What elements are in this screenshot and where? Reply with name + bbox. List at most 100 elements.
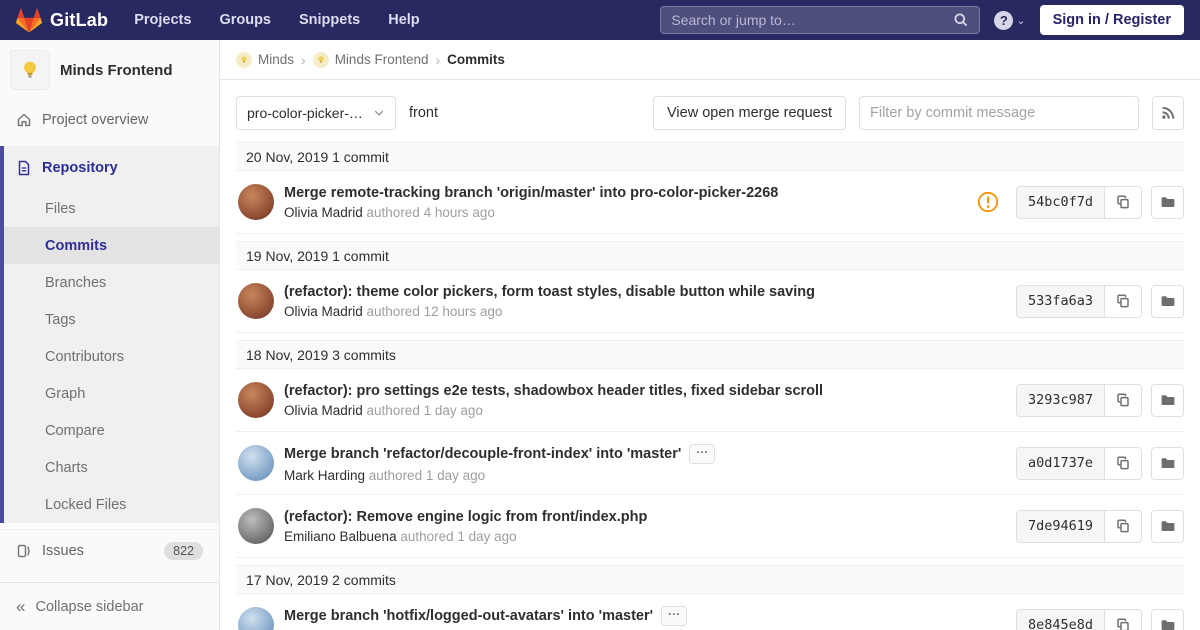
author-avatar[interactable] — [238, 283, 274, 319]
copy-sha-button[interactable] — [1104, 384, 1141, 416]
copy-sha-button[interactable] — [1104, 285, 1141, 317]
commit-sha-link[interactable]: 8e845e8d — [1016, 609, 1104, 630]
breadcrumb-separator: › — [435, 51, 441, 68]
commit-author-link[interactable]: Mark Harding — [284, 468, 365, 483]
commit-author-link[interactable]: Olivia Madrid — [284, 205, 363, 220]
global-search[interactable] — [660, 6, 981, 34]
commit-author-link[interactable]: Olivia Madrid — [284, 304, 363, 319]
navbar-item-snippets[interactable]: Snippets — [299, 12, 360, 28]
ci-status-warning-icon[interactable] — [977, 191, 999, 213]
copy-sha-button[interactable] — [1104, 447, 1141, 479]
sign-in-button[interactable]: Sign in / Register — [1039, 5, 1184, 35]
commit-row: Merge branch 'refactor/decouple-front-in… — [236, 432, 1184, 495]
commit-author-link[interactable]: Olivia Madrid — [284, 403, 363, 418]
navbar-item-groups[interactable]: Groups — [219, 12, 271, 28]
sidebar-item-project-overview[interactable]: Project overview — [0, 100, 219, 140]
browse-files-folder-icon — [1161, 458, 1174, 468]
commit-date-header: 17 Nov, 2019 2 commits — [236, 565, 1184, 594]
issues-icon — [17, 544, 30, 557]
author-avatar[interactable] — [238, 607, 274, 630]
breadcrumb-item-group[interactable]: Minds — [236, 51, 294, 68]
sidebar-item-commits[interactable]: Commits — [4, 227, 219, 264]
commit-sha-group: 54bc0f7d — [1015, 185, 1142, 219]
author-avatar[interactable] — [238, 508, 274, 544]
browse-files-button[interactable] — [1151, 383, 1184, 417]
commit-title-link[interactable]: Merge branch 'hotfix/logged-out-avatars'… — [284, 608, 653, 624]
help-menu[interactable]: ? ⌄ — [994, 10, 1026, 30]
chevron-down-icon — [374, 110, 384, 116]
commits-feed-button[interactable] — [1152, 96, 1184, 130]
lightbulb-icon — [24, 61, 36, 78]
commit-message-filter-input[interactable] — [859, 96, 1139, 130]
breadcrumb: Minds › Minds Frontend › Commits — [220, 40, 1200, 80]
commit-title-link[interactable]: (refactor): Remove engine logic from fro… — [284, 509, 647, 525]
commit-sha-link[interactable]: 533fa6a3 — [1016, 285, 1104, 317]
expand-commit-description-button[interactable]: ··· — [689, 443, 716, 464]
commit-title-link[interactable]: Merge branch 'refactor/decouple-front-in… — [284, 446, 681, 462]
commit-actions: a0d1737e — [1015, 446, 1184, 480]
collapse-sidebar-button[interactable]: « Collapse sidebar — [0, 582, 219, 630]
browse-files-folder-icon — [1161, 395, 1174, 405]
sidebar-item-branches[interactable]: Branches — [4, 264, 219, 301]
author-avatar[interactable] — [238, 382, 274, 418]
commit-title-link[interactable]: Merge remote-tracking branch 'origin/mas… — [284, 185, 778, 201]
sidebar-item-compare[interactable]: Compare — [4, 412, 219, 449]
navbar-item-help[interactable]: Help — [388, 12, 419, 28]
author-avatar[interactable] — [238, 445, 274, 481]
project-name[interactable]: Minds Frontend — [60, 62, 173, 79]
sidebar-item-contributors[interactable]: Contributors — [4, 338, 219, 375]
project-sidebar: Minds Frontend Project overview Reposito… — [0, 40, 220, 630]
commit-title-link[interactable]: (refactor): theme color pickers, form to… — [284, 284, 815, 300]
gitlab-logo[interactable]: GitLab — [16, 8, 108, 33]
browse-files-button[interactable] — [1151, 509, 1184, 543]
copy-sha-button[interactable] — [1104, 186, 1141, 218]
sidebar-item-repository[interactable]: Repository — [4, 146, 219, 190]
issues-count-badge: 822 — [164, 541, 203, 560]
search-input[interactable] — [671, 12, 954, 28]
commit-row: Merge remote-tracking branch 'origin/mas… — [236, 171, 1184, 234]
commit-author-link[interactable]: Emiliano Balbuena — [284, 529, 397, 544]
browse-files-button[interactable] — [1151, 446, 1184, 480]
commit-sha-group: 533fa6a3 — [1015, 284, 1142, 318]
browse-files-button[interactable] — [1151, 608, 1184, 630]
sidebar-item-label: Issues — [42, 542, 84, 559]
sidebar-item-files[interactable]: Files — [4, 190, 219, 227]
search-icon — [954, 13, 968, 27]
view-open-merge-request-button[interactable]: View open merge request — [653, 96, 846, 130]
expand-commit-description-button[interactable]: ··· — [661, 605, 688, 626]
document-icon — [18, 160, 30, 176]
branch-selector-dropdown[interactable]: pro-color-picker-… — [236, 96, 396, 130]
copy-sha-icon — [1117, 618, 1129, 630]
commit-sha-group: 3293c987 — [1015, 383, 1142, 417]
navbar-item-projects[interactable]: Projects — [134, 12, 191, 28]
copy-sha-button[interactable] — [1104, 609, 1141, 630]
author-avatar[interactable] — [238, 184, 274, 220]
commit-row: (refactor): pro settings e2e tests, shad… — [236, 369, 1184, 432]
browse-files-button[interactable] — [1151, 185, 1184, 219]
browse-files-folder-icon — [1161, 521, 1174, 531]
commit-title-link[interactable]: (refactor): pro settings e2e tests, shad… — [284, 383, 823, 399]
commit-date-header: 18 Nov, 2019 3 commits — [236, 340, 1184, 369]
breadcrumb-item-project[interactable]: Minds Frontend — [312, 51, 428, 68]
commit-sha-link[interactable]: a0d1737e — [1016, 447, 1104, 479]
sidebar-item-graph[interactable]: Graph — [4, 375, 219, 412]
commits-toolbar: pro-color-picker-… front View open merge… — [236, 96, 1184, 130]
sidebar-item-locked-files[interactable]: Locked Files — [4, 486, 219, 523]
copy-sha-icon — [1117, 294, 1129, 308]
sidebar-item-tags[interactable]: Tags — [4, 301, 219, 338]
project-avatar[interactable] — [10, 50, 50, 90]
commit-sha-link[interactable]: 3293c987 — [1016, 384, 1104, 416]
commit-actions: 533fa6a3 — [1015, 284, 1184, 318]
commit-actions: 3293c987 — [1015, 383, 1184, 417]
commit-date-section: 19 Nov, 2019 1 commit (refactor): theme c… — [236, 241, 1184, 333]
copy-sha-button[interactable] — [1104, 510, 1141, 542]
copy-sha-icon — [1117, 393, 1129, 407]
sidebar-item-issues[interactable]: Issues 822 — [0, 529, 219, 571]
commit-date-section: 17 Nov, 2019 2 commits Merge branch 'hotf… — [236, 565, 1184, 630]
sidebar-item-charts[interactable]: Charts — [4, 449, 219, 486]
commit-sha-link[interactable]: 54bc0f7d — [1016, 186, 1104, 218]
commit-sha-link[interactable]: 7de94619 — [1016, 510, 1104, 542]
browse-files-button[interactable] — [1151, 284, 1184, 318]
repository-subnav: Files Commits Branches Tags Contributors Grap… — [4, 190, 219, 523]
browse-files-folder-icon — [1161, 296, 1174, 306]
